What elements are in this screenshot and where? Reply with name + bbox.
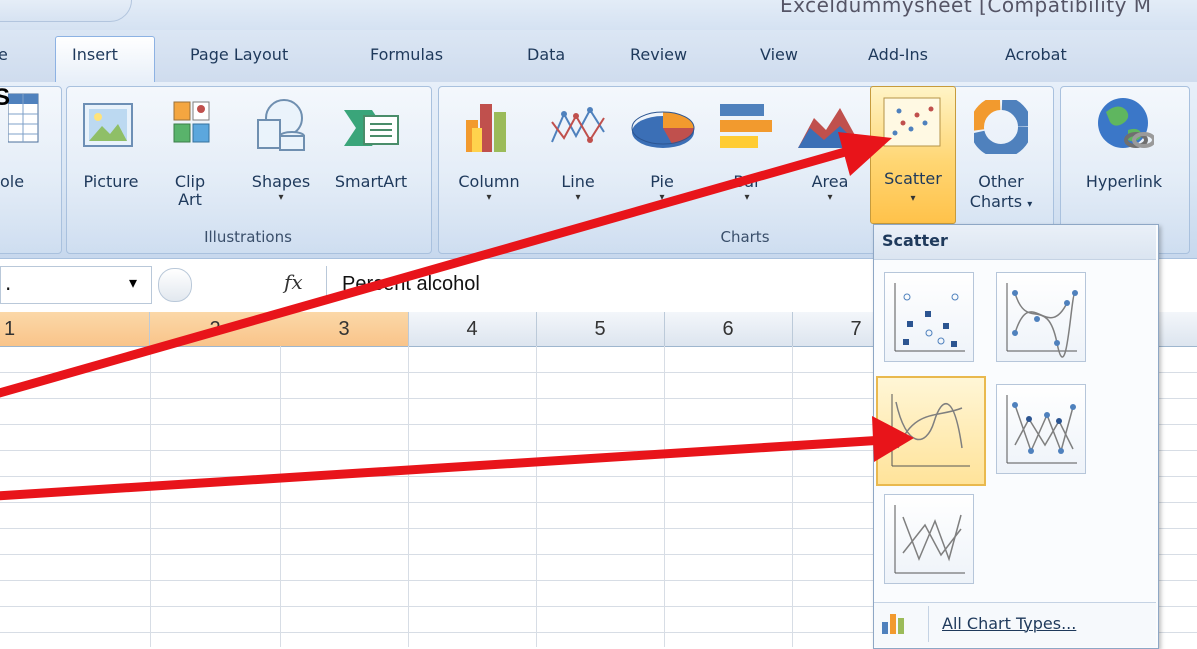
annotation-arrowhead-scatter bbox=[838, 132, 892, 176]
annotation-arrow-to-scatter-button bbox=[0, 137, 882, 398]
annotation-arrow-to-smooth-lines-option bbox=[0, 435, 885, 501]
annotation-text-partial: S bbox=[0, 84, 11, 111]
annotation-arrows-overlay bbox=[0, 132, 914, 501]
annotation-arrowhead-smooth-lines bbox=[872, 416, 914, 462]
